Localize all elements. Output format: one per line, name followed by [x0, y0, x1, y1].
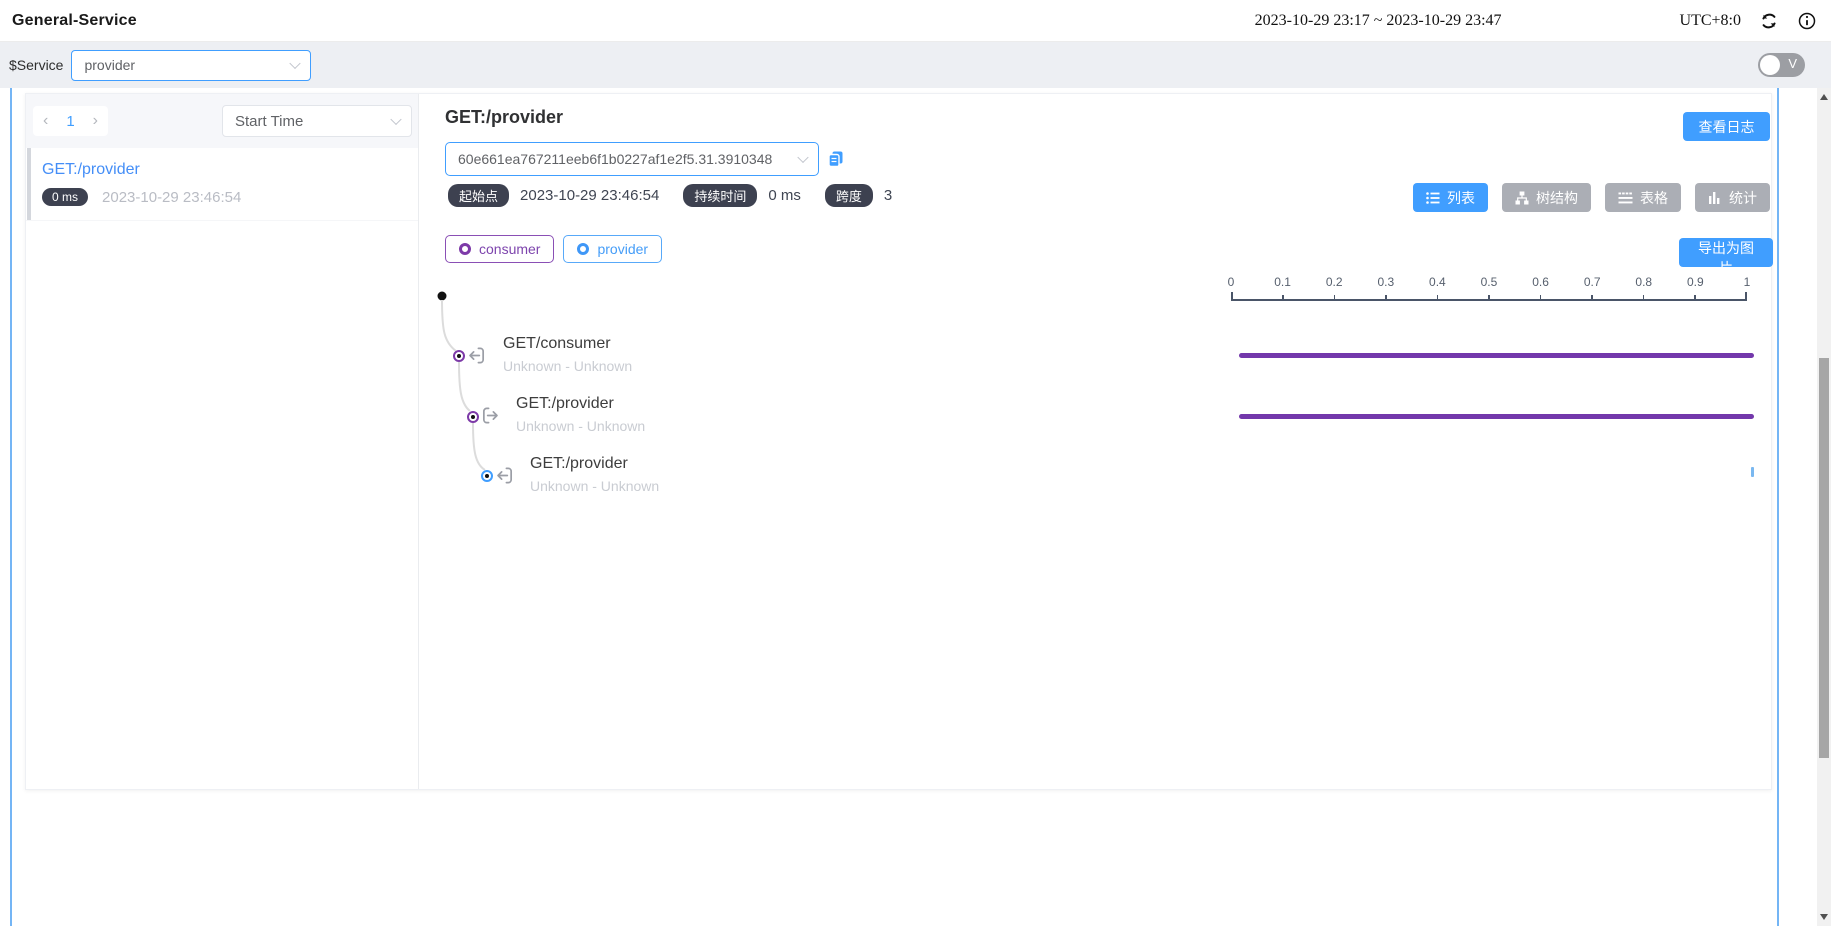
meta-value-start: 2023-10-29 23:46:54: [520, 187, 659, 204]
service-legend: consumer provider: [445, 235, 662, 263]
copy-icon[interactable]: [826, 149, 846, 169]
span-dot: [453, 350, 465, 362]
trace-page: ‹ 1 › Start Time GET:/provider 0 ms 2023…: [0, 88, 1831, 926]
entry-span-icon: [467, 346, 486, 365]
trace-list-panel: ‹ 1 › Start Time GET:/provider 0 ms 2023…: [26, 94, 419, 789]
sort-select[interactable]: Start Time: [222, 105, 412, 137]
chevron-down-icon: [390, 114, 401, 125]
trace-id-value: 60e661ea767211eeb6f1b0227af1e2f5.31.3910…: [458, 151, 772, 167]
time-range: 2023-10-29 23:17 ~ 2023-10-29 23:47: [1255, 12, 1502, 30]
page-number[interactable]: 1: [66, 113, 74, 130]
trace-title: GET:/provider: [445, 107, 563, 128]
exit-span-icon: [481, 406, 500, 425]
service-toolbar: $Service provider V: [0, 42, 1831, 88]
entry-span-icon: [495, 466, 514, 485]
meta-badge-duration: 持续时间: [683, 184, 757, 207]
trace-detail-panel: GET:/provider 查看日志 60e661ea767211eeb6f1b…: [419, 94, 1771, 789]
meta-value-duration: 0 ms: [768, 187, 801, 204]
prev-page-icon[interactable]: ‹: [43, 113, 48, 129]
span-name: GET:/provider: [516, 395, 645, 413]
trace-panel: ‹ 1 › Start Time GET:/provider 0 ms 2023…: [25, 93, 1772, 790]
trace-item-title[interactable]: GET:/provider: [42, 161, 408, 179]
version-toggle[interactable]: V: [1758, 53, 1805, 77]
trace-list-item[interactable]: GET:/provider 0 ms 2023-10-29 23:46:54: [26, 148, 418, 221]
span-detail: Unknown - Unknown: [503, 358, 632, 374]
span-bar-provider-entry[interactable]: [1751, 467, 1754, 477]
span-bar-provider-exit[interactable]: [1239, 414, 1754, 419]
trace-meta: 起始点 2023-10-29 23:46:54 持续时间 0 ms 跨度 3: [448, 184, 916, 207]
service-select-value: provider: [84, 57, 135, 73]
pagination: ‹ 1 ›: [33, 106, 108, 136]
page-title: General-Service: [12, 12, 137, 30]
scroll-down-icon[interactable]: [1817, 910, 1831, 924]
span-detail: Unknown - Unknown: [530, 478, 659, 494]
scroll-up-icon[interactable]: [1817, 90, 1831, 104]
span-name: GET:/provider: [530, 455, 659, 473]
duration-badge: 0 ms: [42, 188, 88, 206]
left-divider: [10, 88, 12, 926]
toggle-knob: [1760, 55, 1780, 75]
scrollbar-thumb[interactable]: [1819, 358, 1829, 758]
legend-chip-consumer[interactable]: consumer: [445, 235, 554, 263]
info-icon[interactable]: [1797, 11, 1817, 31]
service-select[interactable]: provider: [71, 50, 311, 81]
circle-icon: [459, 243, 471, 255]
chevron-down-icon: [797, 152, 808, 163]
span-bar-consumer[interactable]: [1239, 353, 1754, 358]
next-page-icon[interactable]: ›: [93, 113, 98, 129]
toggle-label: V: [1788, 56, 1797, 71]
sort-select-value: Start Time: [235, 113, 303, 130]
span-detail: Unknown - Unknown: [516, 418, 645, 434]
app-header: General-Service 2023-10-29 23:17 ~ 2023-…: [0, 0, 1831, 42]
service-label: $Service: [9, 57, 63, 73]
circle-icon: [577, 243, 589, 255]
chevron-down-icon: [290, 58, 301, 69]
legend-chip-provider[interactable]: provider: [563, 235, 662, 263]
trace-list-header: ‹ 1 › Start Time: [26, 94, 418, 148]
vertical-scrollbar[interactable]: [1817, 88, 1831, 926]
span-dot: [467, 411, 479, 423]
span-bars: [1239, 94, 1754, 514]
timezone-label: UTC+8:0: [1680, 12, 1741, 30]
right-divider[interactable]: [1777, 88, 1779, 926]
trace-item-time: 2023-10-29 23:46:54: [102, 189, 241, 206]
selected-accent: [27, 148, 31, 220]
meta-badge-start: 起始点: [448, 184, 509, 207]
meta-value-spans: 3: [884, 187, 892, 204]
span-name: GET/consumer: [503, 335, 632, 353]
meta-badge-spans: 跨度: [825, 184, 873, 207]
trace-id-select[interactable]: 60e661ea767211eeb6f1b0227af1e2f5.31.3910…: [445, 142, 819, 176]
span-dot: [481, 470, 493, 482]
refresh-icon[interactable]: [1759, 11, 1779, 31]
